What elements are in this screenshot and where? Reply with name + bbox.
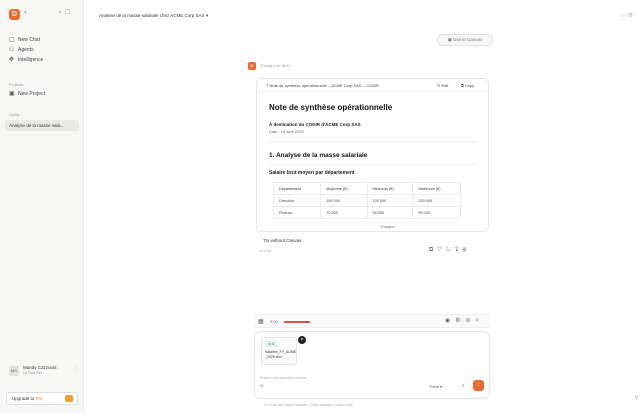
- edit-button[interactable]: ✎ Edit: [437, 83, 448, 88]
- document-header: T Note de synthèse opérationnelle – ACME…: [257, 79, 488, 92]
- plus-icon[interactable]: +: [260, 384, 264, 390]
- salary-table: Département Moyenne (€) Minimum (€) Maxi…: [272, 182, 461, 219]
- search-icon[interactable]: ⌕: [58, 9, 65, 16]
- file-name: Salaires_FY_ACME_2025.xlsx: [265, 350, 297, 359]
- chevron-down-icon: ▾: [286, 63, 289, 68]
- attached-file[interactable]: XLS Salaires_FY_ACME_2025.xlsx: [261, 337, 297, 365]
- try-without-canvas-link[interactable]: Try without Canvas: [263, 238, 301, 243]
- collapse-sidebar-icon[interactable]: ▢: [65, 9, 73, 16]
- regenerate-icon[interactable]: ↻: [446, 247, 455, 253]
- folder-icon: ▣: [9, 91, 15, 97]
- table-cell: 95 000: [412, 206, 461, 219]
- share-icon[interactable]: ⌂: [621, 13, 628, 19]
- user-profile[interactable]: MC Mandy Cazzuola La Free Tier ⋮: [9, 364, 79, 378]
- divider: [269, 164, 476, 165]
- projects-section-label: Projects: [9, 82, 24, 87]
- new-project-button[interactable]: ▣ New Project: [9, 90, 45, 97]
- more-icon[interactable]: ⊕: [462, 247, 470, 253]
- table-header: Minimum (€): [366, 182, 414, 195]
- divider: [269, 141, 476, 142]
- top-right-tools: ⌂⚙: [621, 12, 636, 19]
- message-actions: ⧉♡↻⇪⊕: [429, 247, 470, 254]
- agents-icon: ⚇: [9, 47, 15, 53]
- record-icon[interactable]: ◉: [445, 318, 455, 324]
- intelligence-icon: ✥: [9, 57, 15, 63]
- upgrade-badge: [65, 395, 73, 402]
- recent-section-label: Today: [9, 112, 20, 117]
- sidebar: D ▾ ⌕▢ ▢ New Chat ⚇ Agents ✥ Intelligence P…: [0, 0, 84, 413]
- audio-time: 0:00: [270, 319, 278, 324]
- table-header-row: Département Moyenne (€) Minimum (€) Maxi…: [272, 182, 461, 195]
- user-plan: La Free Tier: [23, 371, 42, 375]
- table-cell: Finance: [272, 206, 322, 219]
- chat-icon: ▢: [9, 37, 15, 43]
- microphone-icon[interactable]: ♫: [461, 383, 465, 389]
- message-composer: XLS Salaires_FY_ACME_2025.xlsx × Posez-m…: [254, 331, 490, 399]
- table-cell: 55 000: [366, 206, 414, 219]
- table-row: Direction 150 000 120 000 220 000: [272, 194, 461, 207]
- table-header: Moyenne (€): [320, 182, 368, 195]
- settings-icon[interactable]: ⚙: [628, 13, 636, 19]
- sidebar-item-intelligence[interactable]: ✥ Intelligence: [9, 56, 43, 63]
- document-card: T Note de synthèse opérationnelle – ACME…: [256, 78, 489, 232]
- use-in-canvas-button[interactable]: ▣ Use in Canvas: [437, 34, 493, 46]
- main-area: Analyse de la masse salariale chez ACME …: [84, 0, 644, 413]
- table-cell: 120 000: [366, 194, 414, 207]
- copy-button[interactable]: ⧉ Copy: [461, 83, 474, 88]
- footer-disclaimer: Le Chat can make mistakes. Check answers…: [264, 403, 354, 407]
- chevron-down-icon: ▾: [205, 13, 209, 18]
- conversation-title[interactable]: Analyse de la masse salariale chez ACME …: [99, 13, 208, 19]
- document-title: Note de synthèse opérationnelle: [269, 103, 393, 112]
- audio-tools: ◉⚙≋×: [445, 317, 484, 324]
- thumbs-up-icon[interactable]: ♡: [437, 247, 446, 253]
- file-type-badge: XLS: [265, 341, 277, 347]
- section-heading: 1. Analyse de la masse salariale: [269, 152, 368, 159]
- audio-player: ▦ 0:00 ◉⚙≋×: [254, 314, 490, 328]
- settings-icon[interactable]: ⚙: [455, 318, 465, 324]
- remove-file-icon[interactable]: ×: [298, 336, 306, 344]
- more-icon[interactable]: ⋮: [74, 367, 79, 373]
- document-recipient: À destination du CODIR d'ACME Corp SAS: [269, 122, 361, 127]
- assistant-status[interactable]: Thought for 3s ▾: [260, 63, 289, 68]
- model-selector[interactable]: Think ▾: [429, 384, 442, 389]
- sidebar-chat-item[interactable]: Analyse de la masse sala...: [5, 120, 79, 131]
- play-icon[interactable]: ▦: [258, 318, 264, 325]
- avatar: MC: [9, 366, 19, 376]
- chevron-down-icon: ▾: [439, 384, 442, 389]
- table-row: Finance 70 000 55 000 95 000: [272, 206, 461, 219]
- audio-progress[interactable]: [284, 321, 310, 323]
- assistant-avatar: D: [248, 62, 256, 70]
- document-header-title: T Note de synthèse opérationnelle – ACME…: [266, 83, 379, 88]
- help-icon[interactable]: ?: [635, 396, 638, 402]
- close-icon[interactable]: ×: [475, 318, 484, 324]
- sidebar-item-new-chat[interactable]: ▢ New Chat: [9, 36, 40, 43]
- sidebar-tools: ⌕▢: [58, 9, 73, 17]
- sidebar-item-agents[interactable]: ⚇ Agents: [9, 46, 34, 53]
- expand-button[interactable]: Expand: [381, 224, 395, 229]
- document-date: Date : 15 avril 2025: [269, 129, 304, 134]
- table-cell: Direction: [272, 194, 322, 207]
- table-cell: 220 000: [412, 194, 461, 207]
- chevron-down-icon[interactable]: ▾: [24, 10, 27, 16]
- table-header: Département: [272, 182, 322, 195]
- message-input[interactable]: Posez-moi quelque chose: [260, 375, 306, 380]
- subsection-heading: Salaire brut moyen par département: [269, 170, 355, 176]
- waveform-icon[interactable]: ≋: [465, 318, 475, 324]
- send-button[interactable]: ↑: [473, 380, 484, 391]
- table-header: Maximum (€): [412, 182, 461, 195]
- message-meta: Le Chat: [259, 249, 272, 253]
- upgrade-button[interactable]: Upgrade to Pro: [6, 392, 78, 405]
- app-logo[interactable]: D: [9, 9, 20, 20]
- table-cell: 150 000: [320, 194, 368, 207]
- user-name: Mandy Cazzuola: [23, 365, 57, 370]
- table-cell: 70 000: [320, 206, 368, 219]
